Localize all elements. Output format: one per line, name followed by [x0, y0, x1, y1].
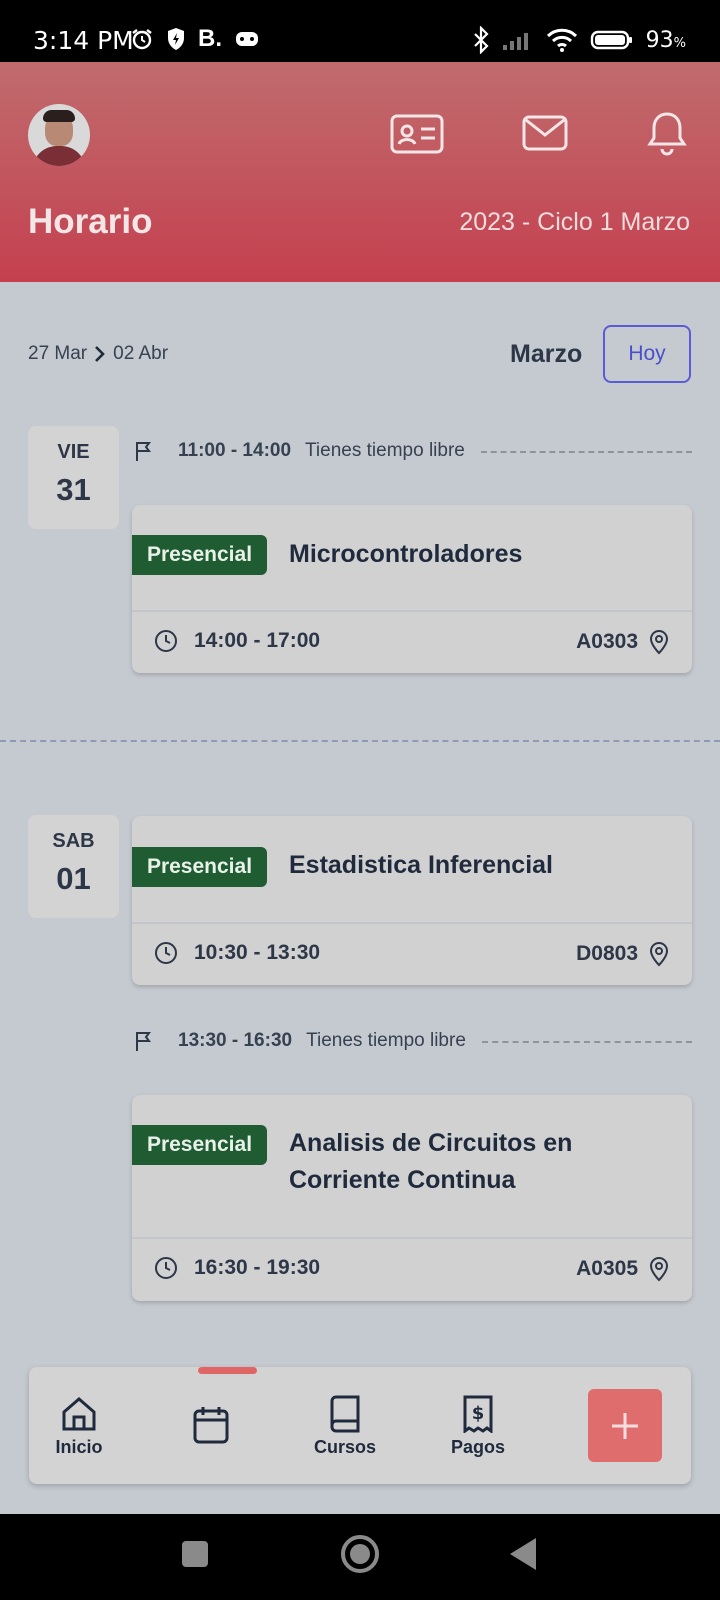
class-room: A0305 [576, 1257, 638, 1280]
avatar[interactable] [28, 104, 90, 166]
status-bar: 3:14 PM B. 93% [0, 0, 720, 62]
id-card-icon[interactable] [390, 114, 444, 154]
bell-icon[interactable] [646, 110, 688, 156]
class-room: D0803 [576, 942, 638, 965]
day-name: SAB [52, 830, 95, 852]
free-time-text: Tienes tiempo libre [306, 1030, 466, 1051]
month-label: Marzo [510, 340, 583, 368]
home-nav-icon[interactable] [340, 1534, 380, 1574]
clock-icon [155, 630, 177, 652]
mode-badge: Presencial [132, 847, 267, 887]
day-name: VIE [57, 441, 90, 463]
mode-badge: Presencial [132, 535, 267, 575]
bluetooth-icon [473, 26, 489, 54]
class-time: 10:30 - 13:30 [194, 941, 321, 964]
svg-text:$: $ [472, 1403, 485, 1424]
flag-icon [136, 1032, 151, 1051]
recents-icon[interactable] [180, 1539, 210, 1569]
page-title: Horario [28, 202, 153, 241]
booking-icon: B. [198, 25, 222, 52]
course-name: Microcontroladores [289, 540, 523, 568]
location-pin-icon [649, 1256, 669, 1282]
battery-icon [590, 30, 632, 50]
flag-icon [136, 442, 151, 461]
day-number: 01 [56, 861, 91, 896]
game-icon [236, 32, 258, 46]
today-button[interactable]: Hoy [603, 325, 691, 383]
free-time-row: 13:30 - 16:30 Tienes tiempo libre [132, 1026, 692, 1056]
location-pin-icon [649, 941, 669, 967]
course-name: Estadistica Inferencial [289, 851, 554, 879]
free-time-range: 13:30 - 16:30 [178, 1030, 293, 1051]
clock-icon [155, 1257, 177, 1279]
signal-icon [502, 33, 528, 50]
back-icon[interactable] [508, 1536, 538, 1572]
status-time: 3:14 PM [33, 26, 134, 55]
add-button[interactable] [588, 1389, 662, 1462]
class-card-microcontroladores[interactable]: Presencial Microcontroladores 14:00 - 17… [132, 505, 692, 673]
date-end: 02 Abr [113, 343, 169, 364]
home-icon [62, 1397, 96, 1431]
active-tab-indicator [198, 1367, 257, 1374]
class-card-circuitos[interactable]: Presencial Analisis de Circuitos en Corr… [132, 1095, 692, 1301]
day-box-vie: VIE 31 [28, 426, 119, 529]
cycle-label: 2023 - Ciclo 1 Marzo [459, 208, 690, 236]
day-box-sab: SAB 01 [28, 815, 119, 918]
class-card-estadistica[interactable]: Presencial Estadistica Inferencial 10:30… [132, 816, 692, 985]
mail-icon[interactable] [522, 114, 568, 152]
chevron-right-icon [95, 346, 105, 362]
nav-cursos[interactable]: Cursos [300, 1395, 390, 1458]
shield-icon [168, 28, 184, 50]
battery-percent: 93% [645, 27, 686, 53]
class-room: A0303 [576, 630, 638, 653]
nav-inicio[interactable]: Inicio [34, 1395, 124, 1458]
clock-icon [155, 942, 177, 964]
mode-badge: Presencial [132, 1125, 267, 1165]
app-header: Horario 2023 - Ciclo 1 Marzo [0, 62, 720, 282]
day-number: 31 [56, 472, 91, 507]
book-icon [330, 1395, 360, 1433]
free-time-range: 11:00 - 14:00 [178, 440, 292, 461]
calendar-icon [193, 1407, 229, 1444]
alarm-icon [132, 29, 152, 50]
date-start: 27 Mar [28, 343, 88, 364]
course-name: Analisis de Circuitos en Corriente Conti… [289, 1129, 573, 1194]
day-separator [0, 740, 720, 742]
bottom-nav: Inicio Cursos $ Pagos [29, 1367, 691, 1484]
receipt-icon: $ [463, 1395, 493, 1433]
nav-calendar[interactable] [166, 1405, 256, 1449]
wifi-icon [546, 28, 577, 52]
system-nav-bar [0, 1514, 720, 1600]
plus-icon [612, 1412, 638, 1439]
location-pin-icon [649, 629, 669, 655]
class-time: 14:00 - 17:00 [194, 629, 321, 652]
free-time-text: Tienes tiempo libre [305, 440, 465, 461]
free-time-row: 11:00 - 14:00 Tienes tiempo libre [132, 436, 692, 466]
class-time: 16:30 - 19:30 [194, 1256, 321, 1279]
nav-pagos[interactable]: $ Pagos [433, 1395, 523, 1458]
date-range: 27 Mar 02 Abr [28, 343, 168, 365]
